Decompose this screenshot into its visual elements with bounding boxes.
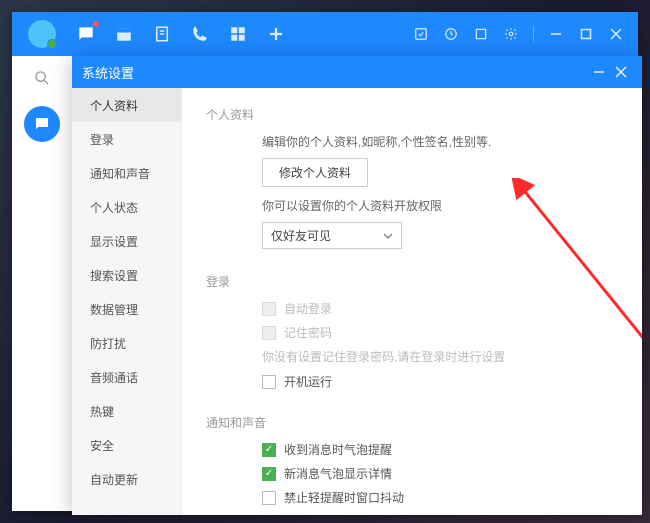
calendar-icon[interactable] [114, 24, 134, 44]
feedback-icon[interactable] [413, 26, 429, 42]
notify-label-1: 新消息气泡显示详情 [284, 465, 392, 482]
chat-tab-icon[interactable] [76, 24, 96, 44]
settings-close-icon[interactable] [610, 61, 632, 83]
edit-profile-button[interactable]: 修改个人资料 [262, 158, 368, 187]
section-title-login: 登录 [206, 273, 618, 290]
auto-login-label: 自动登录 [284, 300, 332, 317]
sidebar-item-7[interactable]: 防打扰 [72, 326, 181, 360]
settings-titlebar: 系统设置 [72, 56, 642, 88]
remember-pwd-row: 记住密码 [262, 324, 618, 341]
folder-icon[interactable] [473, 26, 489, 42]
sidebar-item-0[interactable]: 个人资料 [72, 88, 181, 122]
avatar[interactable] [28, 20, 56, 48]
left-column [12, 56, 72, 511]
sidebar-item-3[interactable]: 个人状态 [72, 190, 181, 224]
notify-row-3[interactable]: 关闭声音提示 [262, 513, 618, 515]
history-icon[interactable] [443, 26, 459, 42]
notify-checkbox-2[interactable] [262, 491, 276, 505]
sidebar-item-8[interactable]: 音频通话 [72, 360, 181, 394]
login-hint: 你没有设置记住登录密码,请在登录时进行设置 [262, 348, 618, 365]
settings-window: 系统设置 个人资料登录通知和声音个人状态显示设置搜索设置数据管理防打扰音频通话热… [72, 56, 642, 515]
sidebar-item-4[interactable]: 显示设置 [72, 224, 181, 258]
maximize-icon[interactable] [578, 26, 594, 42]
settings-content: 个人资料 编辑你的个人资料,如昵称,个性签名,性别等. 修改个人资料 你可以设置… [182, 88, 642, 515]
startup-checkbox[interactable] [262, 375, 276, 389]
notify-row-1[interactable]: 新消息气泡显示详情 [262, 465, 618, 482]
privacy-select[interactable]: 仅好友可见 [262, 222, 402, 249]
auto-login-checkbox [262, 302, 276, 316]
notify-label-0: 收到消息时气泡提醒 [284, 441, 392, 458]
sidebar-item-6[interactable]: 数据管理 [72, 292, 181, 326]
section-title-notify: 通知和声音 [206, 414, 618, 431]
notify-label-3: 关闭声音提示 [284, 513, 356, 515]
apps-icon[interactable] [228, 24, 248, 44]
startup-label: 开机运行 [284, 373, 332, 390]
remember-pwd-checkbox [262, 326, 276, 340]
startup-row[interactable]: 开机运行 [262, 373, 618, 390]
privacy-select-value: 仅好友可见 [271, 227, 331, 244]
main-titlebar [12, 12, 638, 56]
minimize-icon[interactable] [548, 26, 564, 42]
search-icon[interactable] [28, 64, 56, 92]
settings-minimize-icon[interactable] [588, 61, 610, 83]
notify-row-2[interactable]: 禁止轻提醒时窗口抖动 [262, 489, 618, 506]
notify-checkbox-1[interactable] [262, 467, 276, 481]
doc-icon[interactable] [152, 24, 172, 44]
sidebar-item-9[interactable]: 热键 [72, 394, 181, 428]
main-window: 系统设置 个人资料登录通知和声音个人状态显示设置搜索设置数据管理防打扰音频通话热… [12, 12, 638, 511]
privacy-desc: 你可以设置你的个人资料开放权限 [262, 197, 618, 214]
sidebar-item-11[interactable]: 自动更新 [72, 462, 181, 496]
sidebar-item-5[interactable]: 搜索设置 [72, 258, 181, 292]
chevron-down-icon [383, 231, 393, 241]
settings-title: 系统设置 [82, 63, 134, 82]
phone-icon[interactable] [190, 24, 210, 44]
sidebar-item-1[interactable]: 登录 [72, 122, 181, 156]
notify-checkbox-3[interactable] [262, 515, 276, 516]
notify-row-0[interactable]: 收到消息时气泡提醒 [262, 441, 618, 458]
add-icon[interactable] [266, 24, 286, 44]
settings-sidebar: 个人资料登录通知和声音个人状态显示设置搜索设置数据管理防打扰音频通话热键安全自动… [72, 88, 182, 515]
auto-login-row: 自动登录 [262, 300, 618, 317]
chat-list-item[interactable] [24, 106, 60, 142]
section-title-profile: 个人资料 [206, 106, 618, 123]
notify-checkbox-0[interactable] [262, 443, 276, 457]
close-icon[interactable] [608, 26, 624, 42]
gear-icon[interactable] [503, 26, 519, 42]
sidebar-item-2[interactable]: 通知和声音 [72, 156, 181, 190]
profile-desc: 编辑你的个人资料,如昵称,个性签名,性别等. [262, 133, 618, 150]
notify-label-2: 禁止轻提醒时窗口抖动 [284, 489, 404, 506]
sidebar-item-10[interactable]: 安全 [72, 428, 181, 462]
remember-pwd-label: 记住密码 [284, 324, 332, 341]
